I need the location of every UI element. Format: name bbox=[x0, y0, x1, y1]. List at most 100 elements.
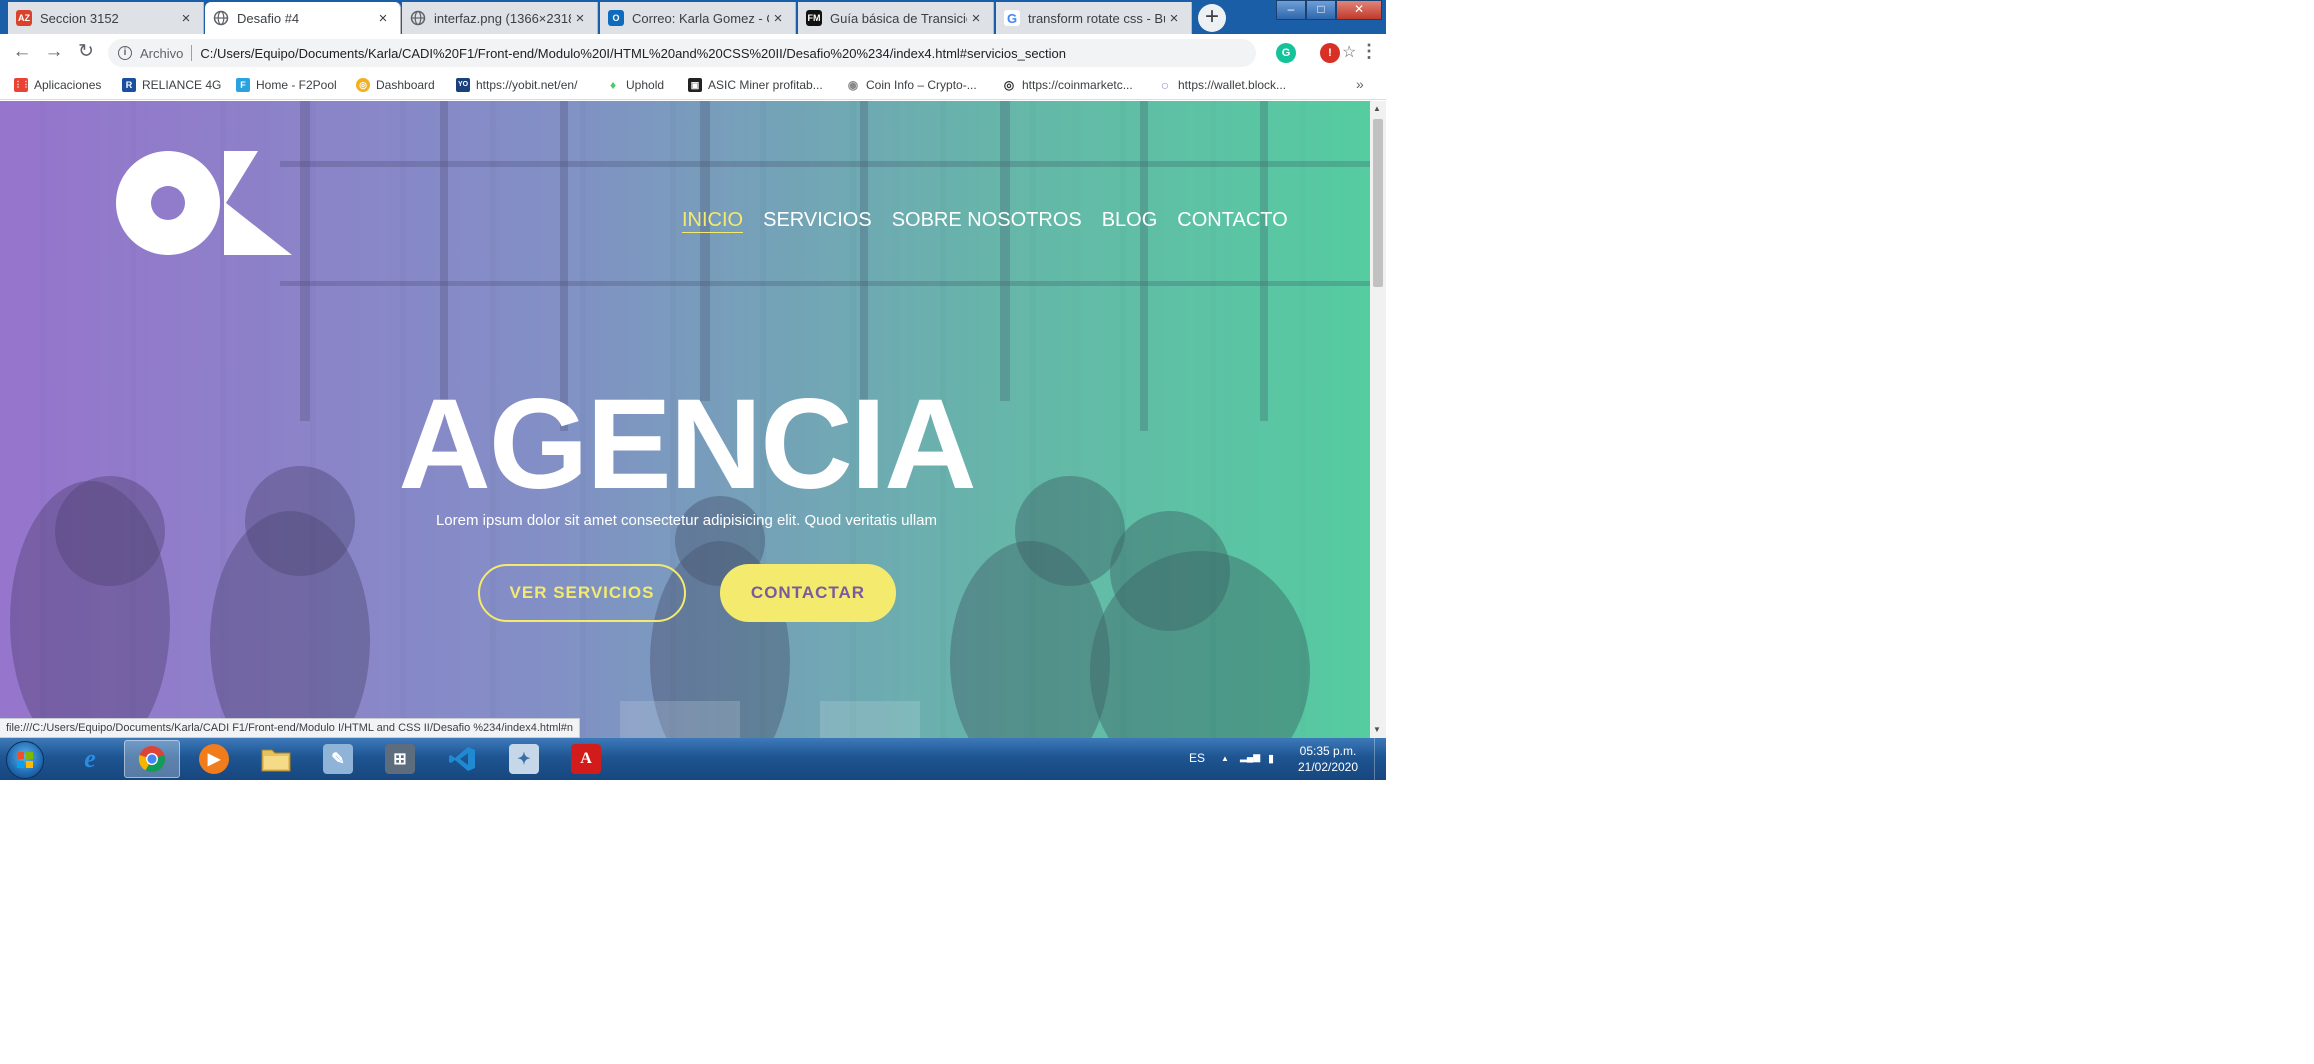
bookmarks-overflow-icon[interactable]: » bbox=[1356, 76, 1364, 92]
language-indicator[interactable]: ES bbox=[1189, 751, 1205, 765]
tab-title: Correo: Karla Gomez - O bbox=[632, 10, 769, 26]
bookmark-coinmarketcap[interactable]: ◎ https://coinmarketc... bbox=[1002, 77, 1133, 93]
taskbar-acrobat[interactable]: A bbox=[558, 740, 614, 778]
blockchain-wallet-icon: ○ bbox=[1158, 78, 1172, 92]
bookmark-label: https://wallet.block... bbox=[1178, 78, 1287, 92]
scroll-thumb[interactable] bbox=[1373, 119, 1383, 287]
bookmark-uphold[interactable]: ♦ Uphold bbox=[606, 77, 664, 93]
tab-interfaz[interactable]: interfaz.png (1366×2318) × bbox=[402, 2, 598, 34]
nav-inicio[interactable]: INICIO bbox=[682, 209, 744, 233]
grammarly-icon[interactable]: G bbox=[1276, 43, 1296, 63]
bookmark-label: https://coinmarketc... bbox=[1022, 78, 1133, 92]
tab-close-icon[interactable]: × bbox=[769, 10, 787, 27]
info-icon[interactable]: i bbox=[118, 46, 132, 60]
start-button[interactable] bbox=[6, 741, 44, 779]
notepad-icon: ✎ bbox=[323, 744, 353, 774]
bookmark-coininfo[interactable]: ◉ Coin Info – Crypto-... bbox=[846, 77, 977, 93]
windows-logo-icon bbox=[17, 752, 33, 768]
chrome-icon bbox=[138, 746, 165, 773]
hero-subtitle: Lorem ipsum dolor sit amet consectetur a… bbox=[435, 512, 938, 529]
tab-transform[interactable]: G transform rotate css - Bu × bbox=[996, 2, 1192, 34]
nav-blog[interactable]: BLOG bbox=[1102, 209, 1158, 233]
file-explorer-icon bbox=[261, 749, 291, 772]
reliance-icon: R bbox=[122, 78, 136, 92]
windows-taskbar: e ▶ ✎ ⊞ ✦ A ES ▲ ▂▄▆ ▮ 05:35 p.m. 21/02/… bbox=[0, 738, 1386, 780]
extension-icon[interactable]: ! bbox=[1320, 43, 1340, 63]
new-tab-button[interactable]: + bbox=[1198, 4, 1226, 32]
bookmark-aplicaciones[interactable]: ⋮⋮ Aplicaciones bbox=[14, 77, 101, 93]
tab-close-icon[interactable]: × bbox=[1165, 10, 1183, 27]
clock-date: 21/02/2020 bbox=[1297, 760, 1359, 774]
taskbar-paint[interactable]: ✦ bbox=[496, 740, 552, 778]
network-icon[interactable]: ▂▄▆ bbox=[1240, 752, 1260, 763]
dashboard-icon: ◎ bbox=[356, 78, 370, 92]
menu-icon[interactable]: ⋮ bbox=[1360, 41, 1378, 62]
show-desktop-button[interactable] bbox=[1374, 738, 1386, 780]
taskbar-file-explorer[interactable] bbox=[248, 740, 304, 778]
tab-correo[interactable]: O Correo: Karla Gomez - O × bbox=[600, 2, 796, 34]
outlook-icon: O bbox=[608, 10, 624, 26]
reload-button[interactable]: ↻ bbox=[74, 40, 98, 64]
taskbar-chrome[interactable] bbox=[124, 740, 180, 778]
forward-button[interactable]: → bbox=[42, 40, 66, 64]
bookmark-yobit[interactable]: YO https://yobit.net/en/ bbox=[456, 77, 577, 93]
nav-sobre-nosotros[interactable]: SOBRE NOSOTROS bbox=[892, 209, 1082, 233]
internet-explorer-icon: e bbox=[84, 744, 96, 773]
tab-title: Desafio #4 bbox=[237, 10, 300, 26]
bookmark-wallet[interactable]: ○ https://wallet.block... bbox=[1158, 77, 1286, 93]
scroll-down-icon[interactable]: ▼ bbox=[1373, 725, 1381, 734]
maximize-button[interactable]: □ bbox=[1306, 0, 1336, 20]
tab-desafio[interactable]: Desafio #4 × bbox=[205, 2, 401, 34]
ok-logo[interactable] bbox=[116, 151, 292, 255]
bookmark-label: Home - F2Pool bbox=[256, 78, 337, 92]
bookmark-label: https://yobit.net/en/ bbox=[476, 78, 578, 92]
scroll-up-icon[interactable]: ▲ bbox=[1373, 104, 1381, 113]
screen: AZ Seccion 3152 × Desafio #4 × interfaz.… bbox=[0, 0, 1386, 780]
taskbar-calculator[interactable]: ⊞ bbox=[372, 740, 428, 778]
bookmark-dashboard[interactable]: ◎ Dashboard bbox=[356, 77, 435, 93]
taskbar-notepad[interactable]: ✎ bbox=[310, 740, 366, 778]
asic-icon: ▣ bbox=[688, 78, 702, 92]
taskbar-internet-explorer[interactable]: e bbox=[62, 740, 118, 778]
azure-favicon-icon: AZ bbox=[16, 10, 32, 26]
bookmark-star-icon[interactable]: ☆ bbox=[1342, 39, 1356, 67]
taskbar-media-player[interactable]: ▶ bbox=[186, 740, 242, 778]
tab-seccion[interactable]: AZ Seccion 3152 × bbox=[8, 2, 204, 34]
nav-servicios[interactable]: SERVICIOS bbox=[763, 209, 872, 233]
ver-servicios-button[interactable]: VER SERVICIOS bbox=[478, 564, 686, 622]
bookmark-f2pool[interactable]: F Home - F2Pool bbox=[236, 77, 337, 93]
paint-icon: ✦ bbox=[509, 744, 539, 774]
address-bar[interactable]: i Archivo C:/Users/Equipo/Documents/Karl… bbox=[108, 39, 1356, 67]
close-window-button[interactable]: ✕ bbox=[1336, 0, 1382, 20]
globe-icon bbox=[410, 10, 426, 26]
acrobat-icon: A bbox=[571, 744, 601, 774]
tab-guia[interactable]: FM Guía básica de Transicio × bbox=[798, 2, 994, 34]
tab-strip: AZ Seccion 3152 × Desafio #4 × interfaz.… bbox=[0, 0, 1386, 34]
back-button[interactable]: ← bbox=[10, 40, 34, 64]
site-chip[interactable]: Archivo bbox=[140, 46, 183, 61]
url-text[interactable]: C:/Users/Equipo/Documents/Karla/CADI%20F… bbox=[200, 46, 1066, 61]
main-nav: INICIO SERVICIOS SOBRE NOSOTROS BLOG CON… bbox=[682, 209, 1288, 233]
status-bar-url: file:///C:/Users/Equipo/Documents/Karla/… bbox=[0, 718, 580, 738]
yobit-icon: YO bbox=[456, 78, 470, 92]
battery-icon[interactable]: ▮ bbox=[1268, 752, 1274, 765]
nav-contacto[interactable]: CONTACTO bbox=[1177, 209, 1287, 233]
minimize-button[interactable]: – bbox=[1276, 0, 1306, 20]
coininfo-icon: ◉ bbox=[846, 78, 860, 92]
bookmark-asic[interactable]: ▣ ASIC Miner profitab... bbox=[688, 77, 823, 93]
contactar-button[interactable]: CONTACTAR bbox=[720, 564, 896, 622]
tab-close-icon[interactable]: × bbox=[967, 10, 985, 27]
f2pool-icon: F bbox=[236, 78, 250, 92]
vscode-icon bbox=[449, 747, 475, 771]
tray-overflow-icon[interactable]: ▲ bbox=[1221, 754, 1229, 763]
google-icon: G bbox=[1004, 10, 1020, 26]
bookmark-reliance[interactable]: R RELIANCE 4G bbox=[122, 77, 221, 93]
tab-close-icon[interactable]: × bbox=[571, 10, 589, 27]
taskbar-vscode[interactable] bbox=[434, 740, 490, 778]
page-scrollbar[interactable]: ▲ ▼ bbox=[1370, 101, 1386, 738]
tab-close-icon[interactable]: × bbox=[374, 10, 392, 27]
media-player-icon: ▶ bbox=[199, 744, 229, 774]
bookmark-label: Dashboard bbox=[376, 78, 435, 92]
system-clock[interactable]: 05:35 p.m. 21/02/2020 bbox=[1288, 743, 1368, 775]
tab-close-icon[interactable]: × bbox=[177, 10, 195, 27]
